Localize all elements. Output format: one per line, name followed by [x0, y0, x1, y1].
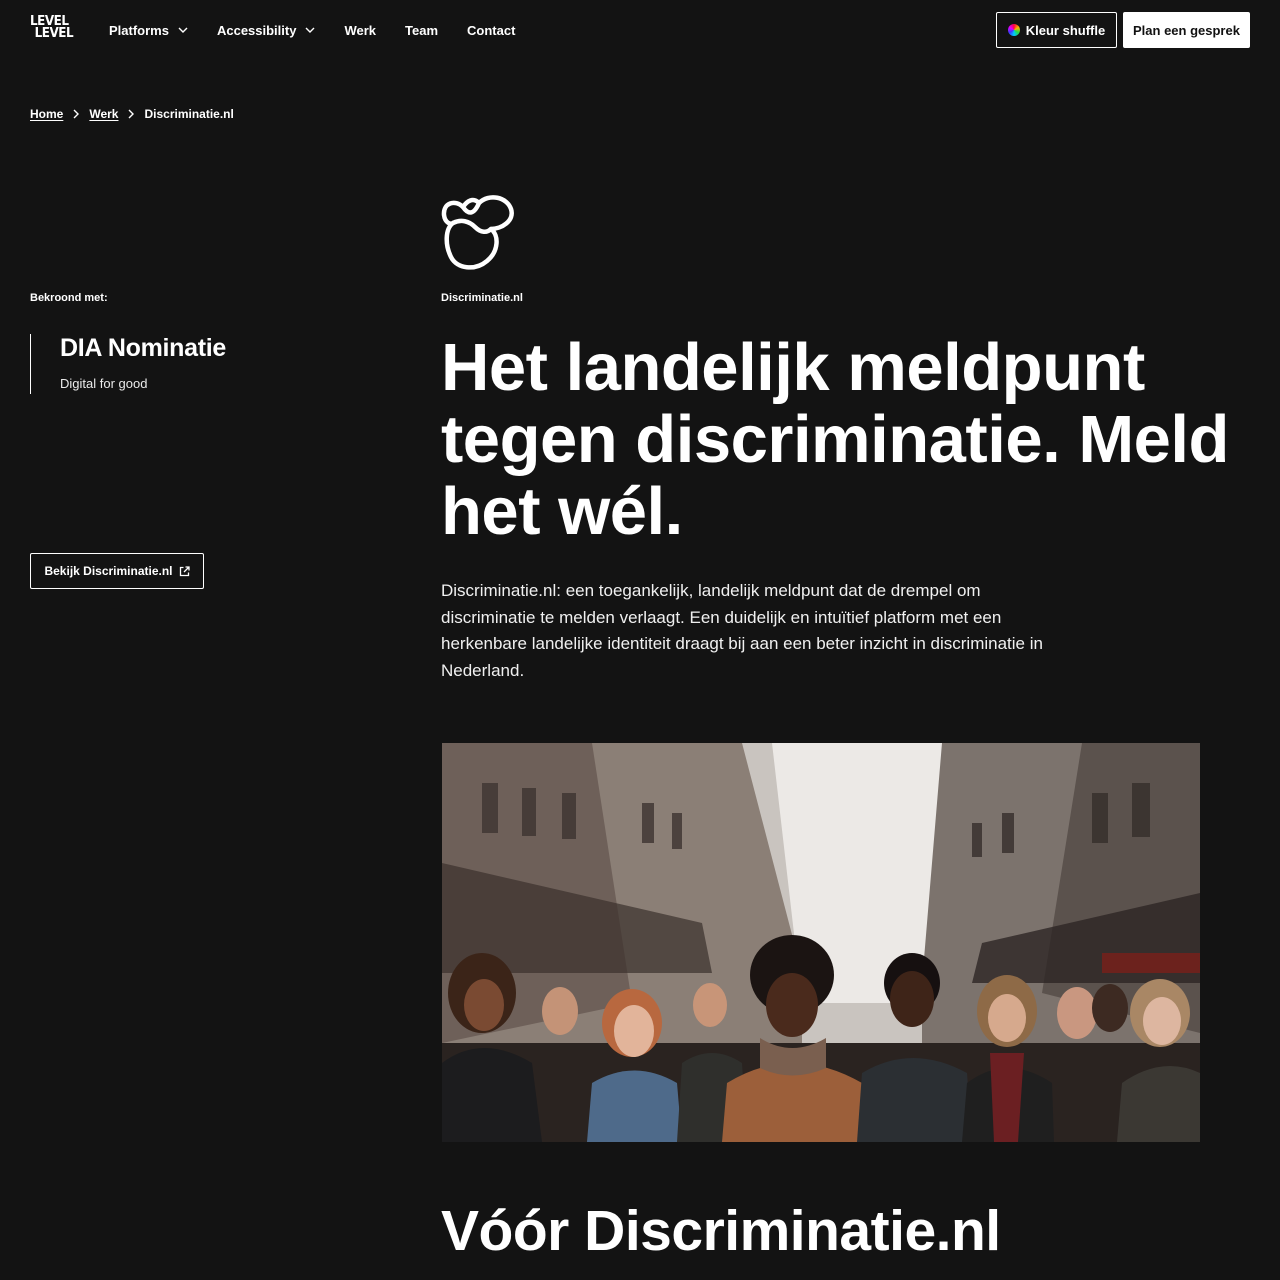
hero-photo-crowd [442, 743, 1200, 1142]
project-name: Discriminatie.nl [441, 292, 523, 304]
award-title: DIA Nominatie [60, 334, 227, 362]
hero-photo-illustration [442, 743, 1200, 1142]
nav-item-contact[interactable]: Contact [467, 21, 515, 39]
color-wheel-icon [1007, 24, 1020, 36]
plan-meeting-label: Plan een gesprek [1133, 22, 1240, 38]
chevron-right-icon [126, 109, 136, 119]
chevron-down-icon [305, 25, 315, 35]
site-header: LEVEL LEVEL Platforms Accessibility Werk… [0, 0, 1280, 60]
view-project-label: Bekijk Discriminatie.nl [44, 564, 173, 578]
plan-meeting-button[interactable]: Plan een gesprek [1123, 12, 1250, 48]
nav-item-accessibility[interactable]: Accessibility [217, 21, 316, 39]
nav-item-platforms[interactable]: Platforms [109, 21, 188, 39]
breadcrumb-current: Discriminatie.nl [144, 107, 234, 121]
main-nav: Platforms Accessibility Werk Team Contac… [109, 21, 544, 39]
breadcrumb-home-link[interactable]: Home [30, 107, 63, 121]
nav-item-werk[interactable]: Werk [344, 21, 376, 39]
nav-item-team[interactable]: Team [405, 21, 438, 39]
logo-line-2: LEVEL [34, 26, 74, 41]
chevron-down-icon [178, 25, 188, 35]
breadcrumb: Home Werk Discriminatie.nl [30, 107, 234, 121]
section-heading: Vóór Discriminatie.nl [441, 1199, 1001, 1263]
view-project-button[interactable]: Bekijk Discriminatie.nl [30, 553, 204, 589]
nav-label: Team [405, 22, 439, 38]
external-link-icon [179, 565, 190, 577]
award-label: Bekroond met: [30, 292, 108, 304]
nav-label: Contact [467, 22, 516, 38]
award-subtitle: Digital for good [60, 376, 148, 391]
nav-label: Werk [344, 22, 377, 38]
page-headline: Het landelijk meldpunt tegen discriminat… [441, 330, 1229, 549]
color-shuffle-label: Kleur shuffle [1025, 22, 1106, 38]
discriminatie-logo-icon [441, 195, 515, 271]
nav-label: Platforms [109, 22, 169, 38]
breadcrumb-werk-link[interactable]: Werk [89, 107, 118, 121]
color-shuffle-button[interactable]: Kleur shuffle [996, 12, 1117, 48]
chevron-right-icon [71, 109, 81, 119]
nav-label: Accessibility [216, 22, 297, 38]
level-level-logo[interactable]: LEVEL LEVEL [30, 15, 74, 41]
intro-paragraph: Discriminatie.nl: een toegankelijk, land… [441, 581, 1043, 680]
award-block: DIA Nominatie Digital for good [30, 334, 226, 394]
